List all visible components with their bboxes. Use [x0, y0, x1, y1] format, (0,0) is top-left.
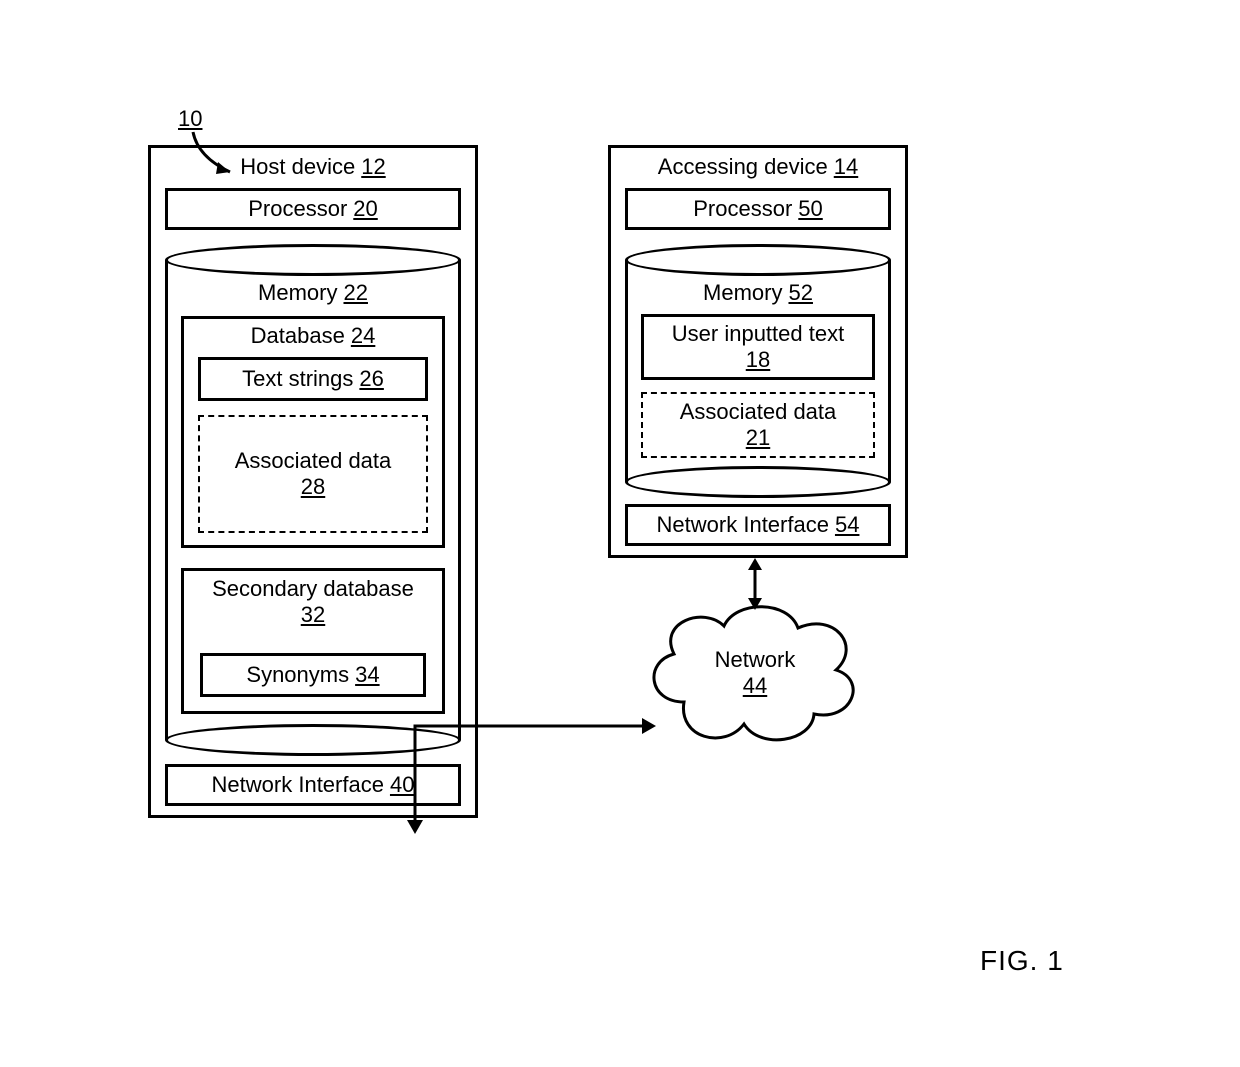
- host-memory-label: Memory22: [165, 280, 461, 306]
- host-database-box: Database24 Text strings26 Associated dat…: [181, 316, 445, 548]
- arrow-host-to-network: [400, 710, 660, 850]
- host-secondary-db-label: Secondary database32: [184, 577, 442, 627]
- client-user-text-box: User inputted text18: [641, 314, 875, 380]
- host-memory-top-cap: [165, 244, 461, 276]
- figure-caption: FIG. 1: [980, 945, 1064, 977]
- system-ref: 10: [178, 106, 202, 132]
- client-assoc-data-box: Associated data21: [641, 392, 875, 458]
- client-network-interface-box: Network Interface54: [625, 504, 891, 546]
- client-processor-box: Processor50: [625, 188, 891, 230]
- accessing-device-title: Accessing device14: [611, 154, 905, 180]
- host-synonyms-box: Synonyms34: [200, 653, 426, 697]
- arrow-client-to-network: [740, 558, 770, 610]
- host-device-title: Host device12: [151, 154, 475, 180]
- network-label: Network44: [700, 648, 810, 698]
- host-processor-box: Processor20: [165, 188, 461, 230]
- host-text-strings-box: Text strings26: [198, 357, 428, 401]
- host-database-label: Database24: [184, 323, 442, 349]
- client-memory-top-cap: [625, 244, 891, 276]
- client-memory-bottom-cap: [625, 466, 891, 498]
- host-secondary-db-box: Secondary database32 Synonyms34: [181, 568, 445, 714]
- client-memory-label: Memory52: [625, 280, 891, 306]
- accessing-device-box: Accessing device14 Processor50 Memory52 …: [608, 145, 908, 558]
- host-assoc-data-box: Associated data28: [198, 415, 428, 533]
